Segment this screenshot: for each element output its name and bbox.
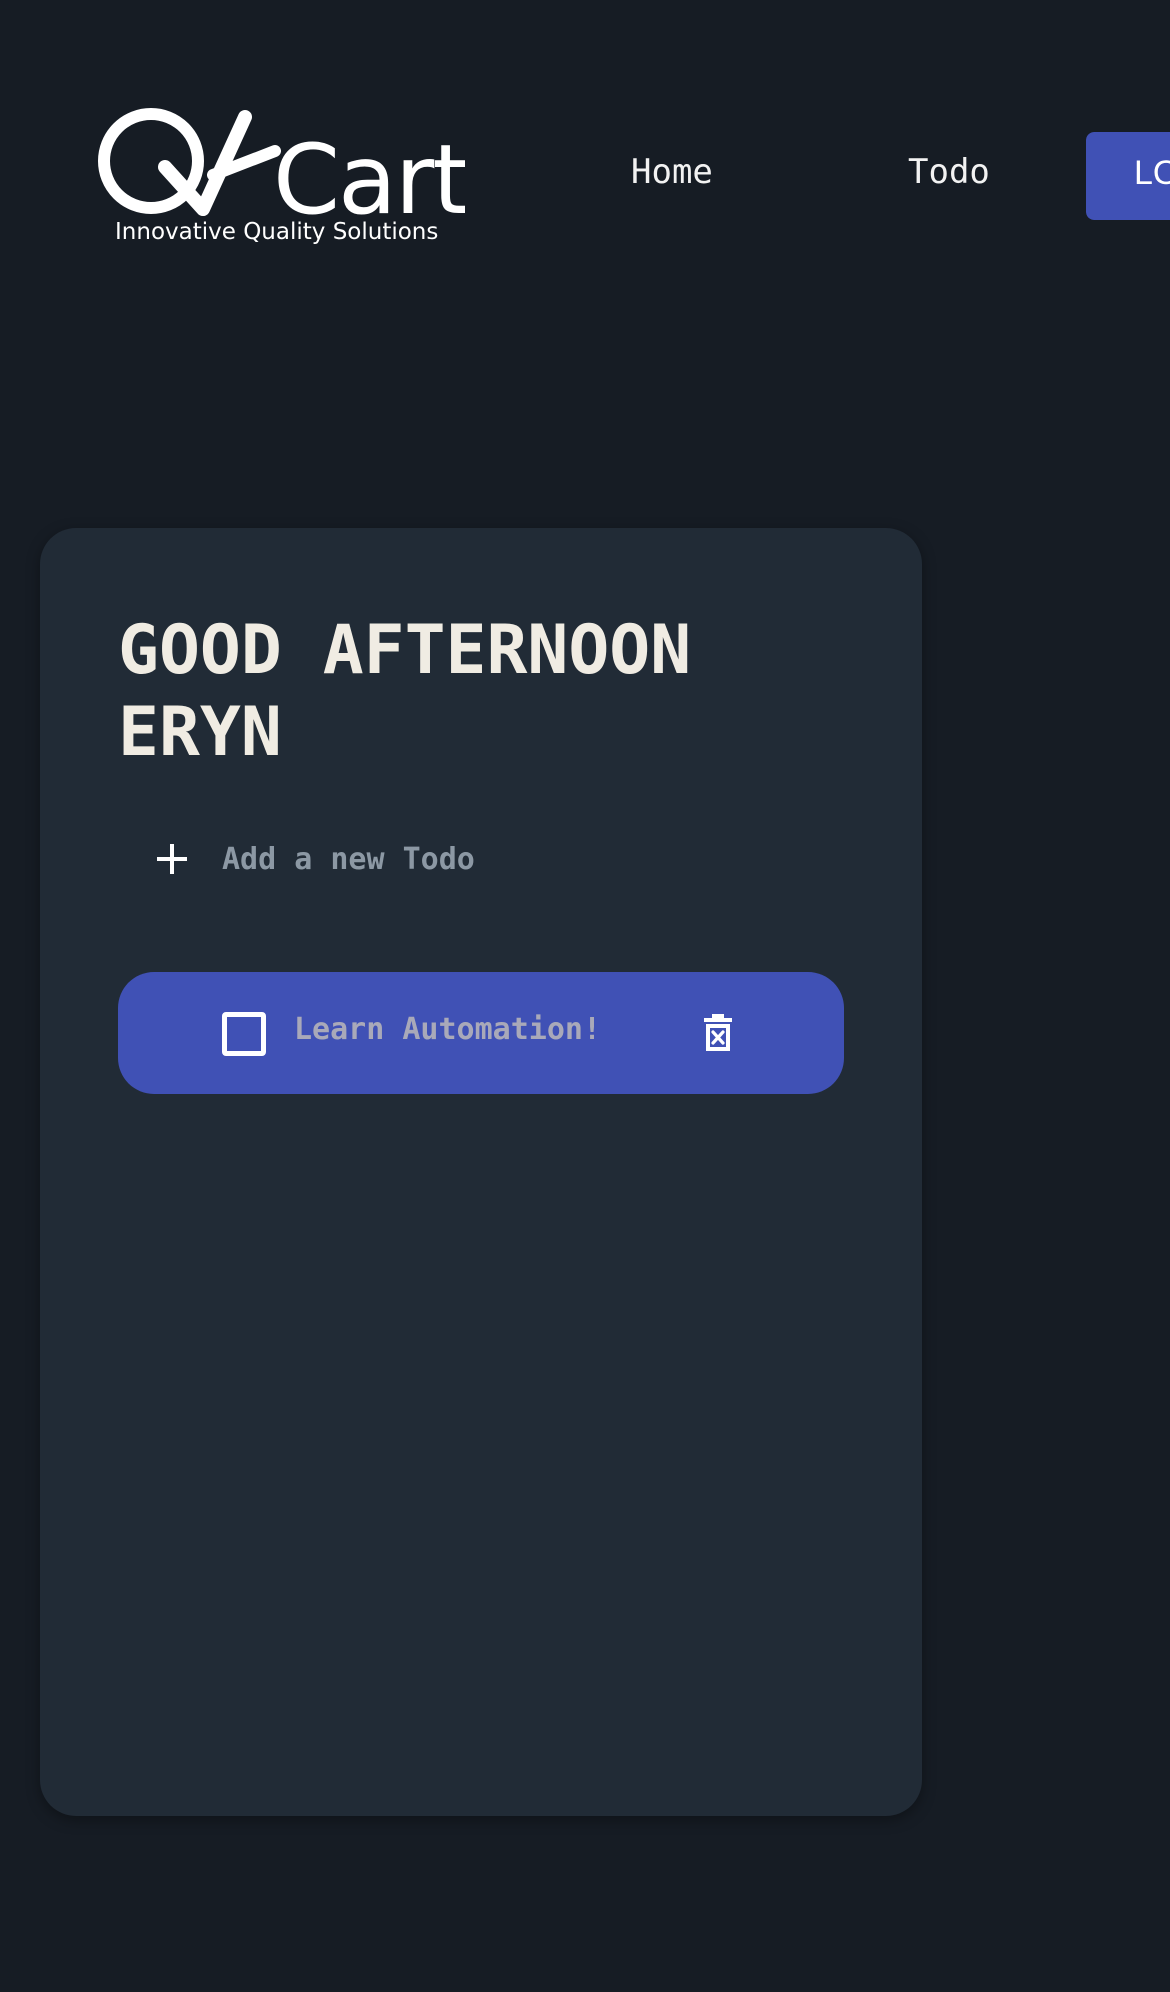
delete-todo-button[interactable] — [698, 1010, 738, 1056]
logout-button-label: LOGOUT — [1134, 154, 1170, 192]
new-todo-input[interactable] — [222, 828, 782, 890]
site-header: Cart Innovative Quality Solutions Home T… — [0, 0, 1170, 280]
todo-item: Learn Automation! — [118, 972, 844, 1094]
greeting-heading: GOOD AFTERNOON ERYN — [118, 611, 692, 772]
new-todo-row — [118, 828, 818, 890]
plus-icon — [157, 844, 187, 874]
logo-tagline: Innovative Quality Solutions — [115, 219, 439, 245]
nav-home-link[interactable]: Home — [631, 152, 713, 192]
trash-x-icon — [704, 1014, 732, 1051]
svg-text:Cart: Cart — [273, 124, 465, 225]
logout-button[interactable]: LOGOUT — [1086, 132, 1170, 220]
add-todo-button[interactable] — [118, 828, 230, 890]
todo-card: GOOD AFTERNOON ERYN Learn Automation! — [40, 528, 922, 1816]
qacart-logo[interactable]: Cart Innovative Quality Solutions — [95, 105, 465, 255]
nav-todo-link[interactable]: Todo — [908, 152, 990, 192]
todo-checkbox[interactable] — [222, 1012, 266, 1056]
qacart-logo-mark: Cart — [98, 108, 465, 225]
todo-item-text: Learn Automation! — [294, 1012, 602, 1047]
